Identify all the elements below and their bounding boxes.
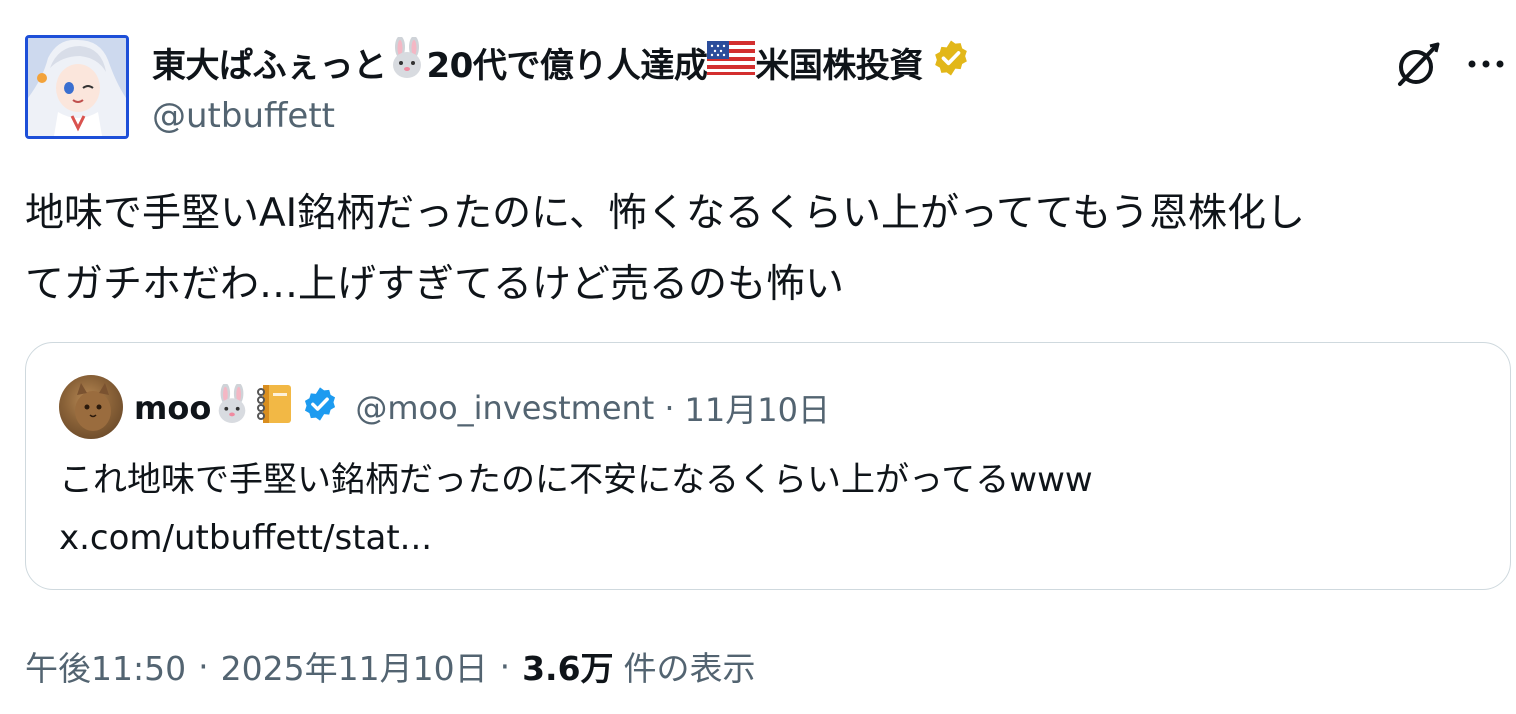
views-label: 件の表示 (623, 649, 756, 688)
quote-tweet-card[interactable]: moo @moo_investment · 11月10日 これ地味で手堅い銘柄だ… (25, 342, 1511, 590)
views-count[interactable]: 3.6万 (522, 642, 613, 690)
quote-author-name[interactable]: moo (134, 389, 211, 427)
notebook-emoji (255, 383, 293, 433)
tweet-meta: 午後11:50 · 2025年11月10日 · 3.6万 件の表示 (25, 638, 756, 694)
us-flag-emoji (707, 40, 756, 84)
quote-text: これ地味で手堅い銘柄だったのに不安になるくらい上がってるwww x.com/ut… (59, 451, 1093, 567)
tweet-text-line: 地味で手堅いAI銘柄だったのに、怖くなるくらい上がっててもう恩株化し (25, 191, 1305, 236)
quote-header: moo @moo_investment · 11月10日 (134, 383, 830, 433)
grok-icon[interactable] (1392, 40, 1442, 90)
author-display-name[interactable]: 東大ぱふぇっと 20代で億り人達成 米国株投資 (152, 35, 971, 88)
more-icon[interactable] (1464, 44, 1508, 84)
quote-link[interactable]: x.com/utbuffett/stat... (59, 509, 1093, 567)
quote-author-avatar[interactable] (59, 375, 123, 439)
tweet-time[interactable]: 午後11:50 (25, 642, 186, 690)
rabbit-emoji (213, 383, 251, 432)
separator-dot: · (198, 646, 209, 686)
separator-dot: · (664, 389, 675, 427)
blue-verified-badge-icon (301, 385, 339, 431)
quote-text-line: これ地味で手堅い銘柄だったのに不安になるくらい上がってるwww (59, 460, 1093, 500)
author-name-part3: 米国株投資 (755, 45, 923, 86)
author-name-part1: 東大ぱふぇっと (152, 45, 387, 86)
tweet-text: 地味で手堅いAI銘柄だったのに、怖くなるくらい上がっててもう恩株化し てガチホだ… (25, 178, 1495, 320)
tweet-text-line: てガチホだわ…上げすぎてるけど売るのも怖い (25, 262, 845, 307)
author-name-part2: 20代で億り人達成 (426, 45, 708, 86)
author-avatar[interactable] (25, 35, 129, 139)
rabbit-emoji (387, 35, 427, 88)
tweet-date[interactable]: 2025年11月10日 (221, 642, 488, 690)
quote-date[interactable]: 11月10日 (685, 385, 830, 431)
quote-author-handle[interactable]: @moo_investment (355, 389, 654, 427)
gold-verified-badge-icon (931, 38, 971, 87)
author-handle[interactable]: @utbuffett (152, 96, 335, 136)
separator-dot: · (499, 646, 511, 686)
